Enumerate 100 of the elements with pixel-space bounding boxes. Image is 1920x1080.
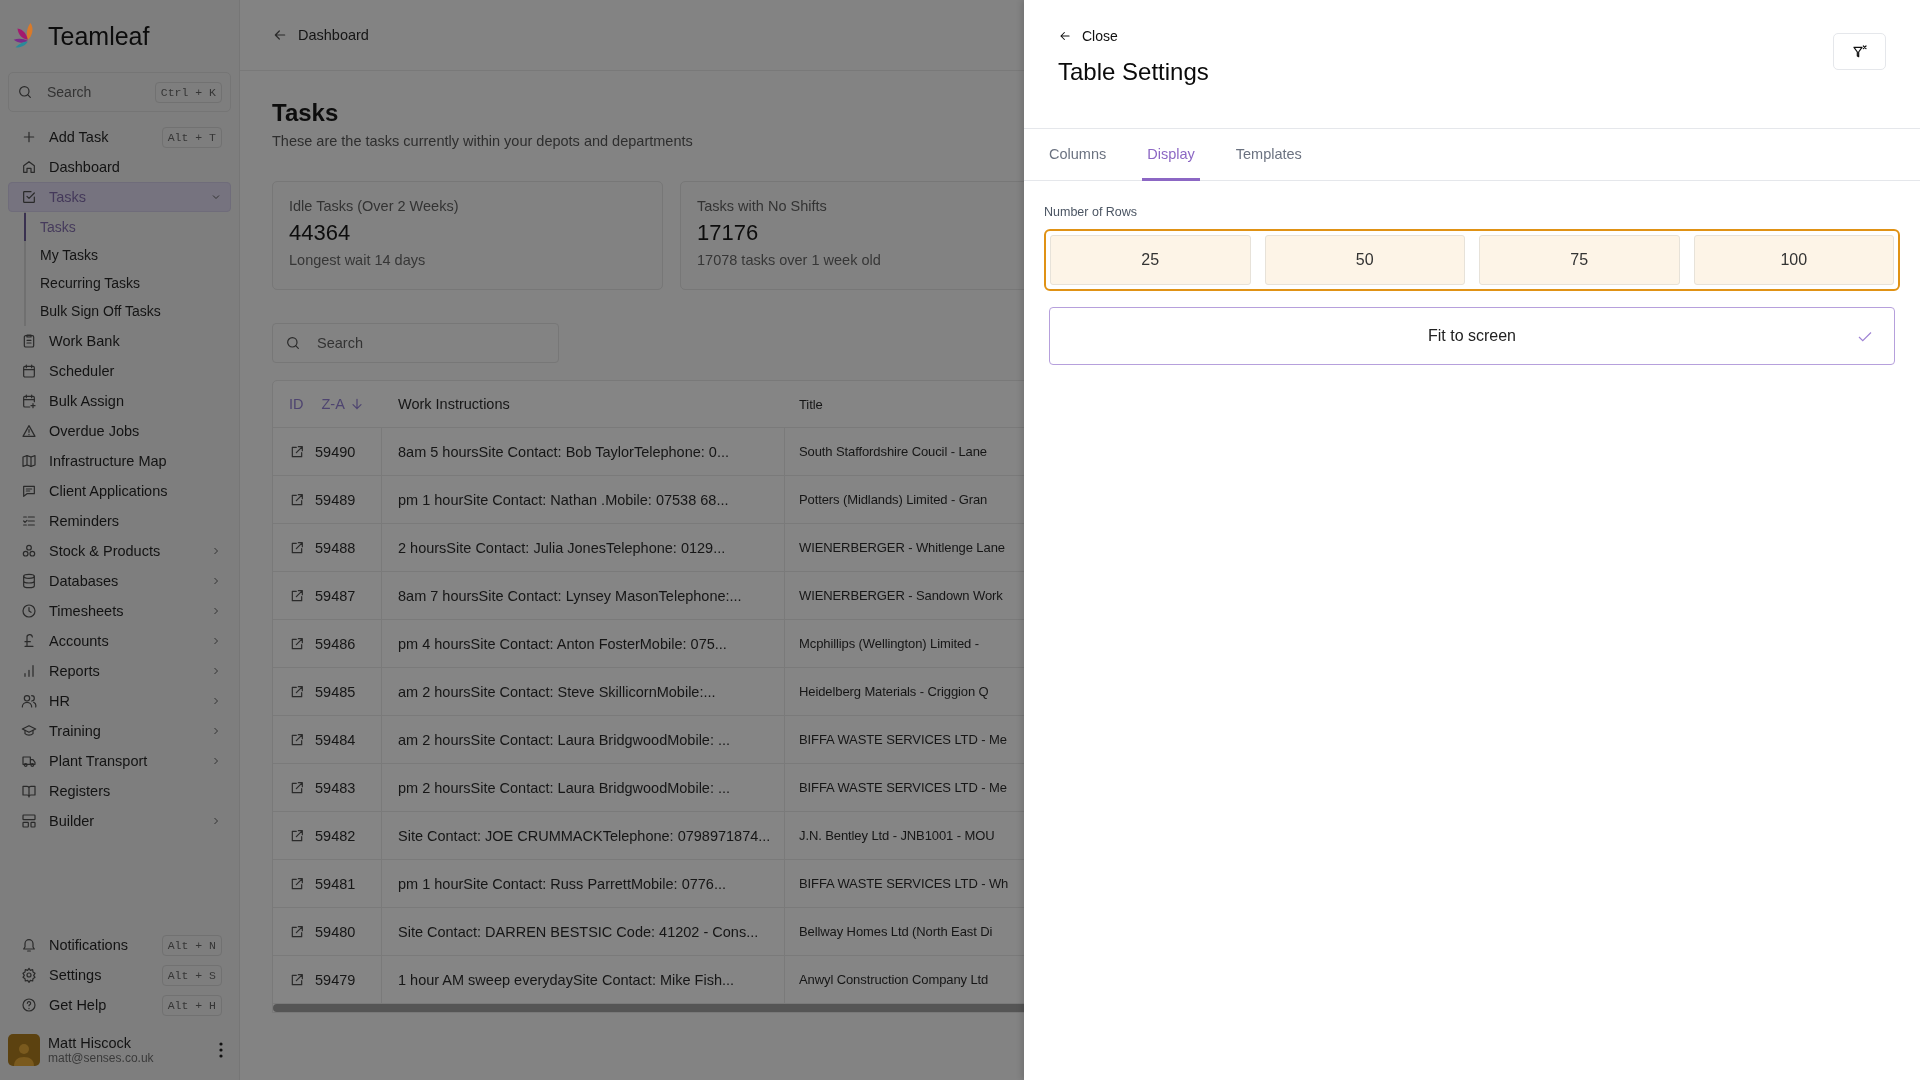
sidebar-item[interactable]: Training (8, 716, 231, 746)
tab[interactable]: Columns (1044, 129, 1112, 181)
sidebar-item[interactable]: Stock & Products (8, 536, 231, 566)
pound-icon (21, 633, 37, 649)
sidebar-item[interactable]: Overdue Jobs (8, 416, 231, 446)
sidebar-item[interactable]: Notifications Alt + N (8, 930, 231, 960)
table-cell: 8am 5 hoursSite Contact: Bob TaylorTelephone: 0... (398, 443, 729, 460)
more-options-icon[interactable] (219, 1042, 223, 1058)
external-link-icon[interactable] (289, 779, 305, 796)
table-cell: WIENERBERGER - Whitlenge Lane (799, 540, 1005, 555)
external-link-icon[interactable] (289, 827, 305, 844)
sidebar-item[interactable]: Client Applications (8, 476, 231, 506)
search-field[interactable]: Search Ctrl + K (8, 72, 231, 112)
home-icon (21, 159, 37, 175)
external-link-icon[interactable] (289, 923, 305, 940)
external-link-icon[interactable] (289, 971, 305, 988)
submenu-item[interactable]: Tasks (24, 213, 231, 241)
shortcut-hint: Alt + H (161, 994, 222, 1016)
search-field[interactable]: Search (272, 323, 559, 363)
close-button[interactable]: Close (1058, 28, 1118, 44)
sidebar-item[interactable]: Add Task Alt + T (8, 122, 231, 152)
sort-toggle[interactable]: Z-A (321, 396, 365, 412)
sidebar-item[interactable]: Accounts (8, 626, 231, 656)
users-icon (21, 693, 37, 709)
sidebar-item[interactable]: Infrastructure Map (8, 446, 231, 476)
shortcut-hint: Ctrl + K (154, 81, 222, 103)
sidebar-item[interactable]: Scheduler (8, 356, 231, 386)
back-link[interactable]: Dashboard (272, 27, 369, 43)
table-cell: 59488 (315, 539, 356, 556)
table-cell: 59479 (315, 971, 356, 988)
table-cell: 59480 (315, 923, 356, 940)
clock-icon (21, 603, 37, 619)
external-link-icon[interactable] (289, 539, 305, 556)
sidebar-item[interactable]: Get Help Alt + H (8, 990, 231, 1020)
tab[interactable]: Templates (1230, 129, 1307, 181)
bell-icon (21, 937, 37, 953)
arrow-left-icon (272, 27, 288, 43)
database-icon (21, 573, 37, 589)
column-header[interactable]: Title (799, 396, 823, 412)
external-link-icon[interactable] (289, 635, 305, 652)
sidebar-item[interactable]: Databases (8, 566, 231, 596)
sidebar-item[interactable]: Settings Alt + S (8, 960, 231, 990)
sidebar-item[interactable]: Tasks (8, 182, 231, 212)
brand-name: Teamleaf (48, 21, 150, 51)
external-link-icon[interactable] (289, 587, 305, 604)
table-cell: 8am 7 hoursSite Contact: Lynsey MasonTelephone:... (398, 587, 742, 604)
table-cell: 1 hour AM sweep everydaySite Contact: Mike Fish... (398, 971, 735, 988)
submenu-item[interactable]: Recurring Tasks (24, 269, 231, 297)
avatar (8, 1034, 40, 1066)
chat-icon (21, 483, 37, 499)
arrow-left-icon (1058, 29, 1072, 43)
checkbox-icon (21, 189, 37, 205)
external-link-icon[interactable] (289, 683, 305, 700)
table-cell: Anwyl Construction Company Ltd (799, 972, 989, 987)
sidebar-item[interactable]: Dashboard (8, 152, 231, 182)
table-cell: BIFFA WASTE SERVICES LTD - Me (799, 780, 1007, 795)
map-icon (21, 453, 37, 469)
sidebar-item[interactable]: Work Bank (8, 326, 231, 356)
bar-chart-icon (21, 663, 37, 679)
search-icon (17, 84, 33, 100)
external-link-icon[interactable] (289, 491, 305, 508)
table-cell: am 2 hoursSite Contact: Steve SkillicornMobile:... (398, 683, 716, 700)
column-header[interactable]: ID (289, 396, 304, 412)
submenu-item[interactable]: My Tasks (24, 241, 231, 269)
sidebar-item[interactable]: Plant Transport (8, 746, 231, 776)
toggle-button[interactable]: Fit to screen (1049, 307, 1895, 365)
sidebar-item[interactable]: Registers (8, 776, 231, 806)
external-link-icon[interactable] (289, 875, 305, 892)
sidebar-item[interactable]: HR (8, 686, 231, 716)
scrollbar[interactable] (273, 1004, 1024, 1012)
table-cell: 59484 (315, 731, 356, 748)
table-cell: pm 4 hoursSite Contact: Anton FosterMobile: 075... (398, 635, 727, 652)
user-email: matt@senses.co.uk (48, 1051, 155, 1065)
checklist-icon (21, 513, 37, 529)
page-subtitle: These are the tasks currently within your depots and departments (272, 133, 694, 149)
clear-filter-button[interactable] (1833, 33, 1886, 70)
sidebar-item[interactable]: Builder (8, 806, 231, 836)
plus-icon (21, 129, 37, 145)
submenu-item[interactable]: Bulk Sign Off Tasks (24, 297, 231, 325)
option-button[interactable]: 100 (1693, 235, 1894, 285)
graduation-cap-icon (21, 723, 37, 739)
tab[interactable]: Display (1142, 129, 1200, 181)
sidebar-item[interactable]: Reports (8, 656, 231, 686)
table-cell: South Staffordshire Coucil - Lane (799, 444, 987, 459)
option-button[interactable]: 50 (1264, 235, 1465, 285)
clipboard-icon (21, 333, 37, 349)
table-cell: Site Contact: JOE CRUMMACKTelephone: 0798971874... (398, 827, 771, 844)
external-link-icon[interactable] (289, 443, 305, 460)
option-button[interactable]: 25 (1050, 235, 1251, 285)
column-header[interactable]: Work Instructions (398, 396, 510, 412)
stat-label: Tasks with No Shifts (697, 198, 828, 214)
table-cell: 59482 (315, 827, 356, 844)
external-link-icon[interactable] (289, 731, 305, 748)
option-button[interactable]: 75 (1479, 235, 1680, 285)
sidebar-item[interactable]: Timesheets (8, 596, 231, 626)
sidebar-item[interactable]: Reminders (8, 506, 231, 536)
sidebar-item[interactable]: Bulk Assign (8, 386, 231, 416)
panel-title: Table Settings (1058, 58, 1209, 86)
shortcut-hint: Alt + T (161, 126, 222, 148)
cubes-icon (21, 543, 37, 559)
